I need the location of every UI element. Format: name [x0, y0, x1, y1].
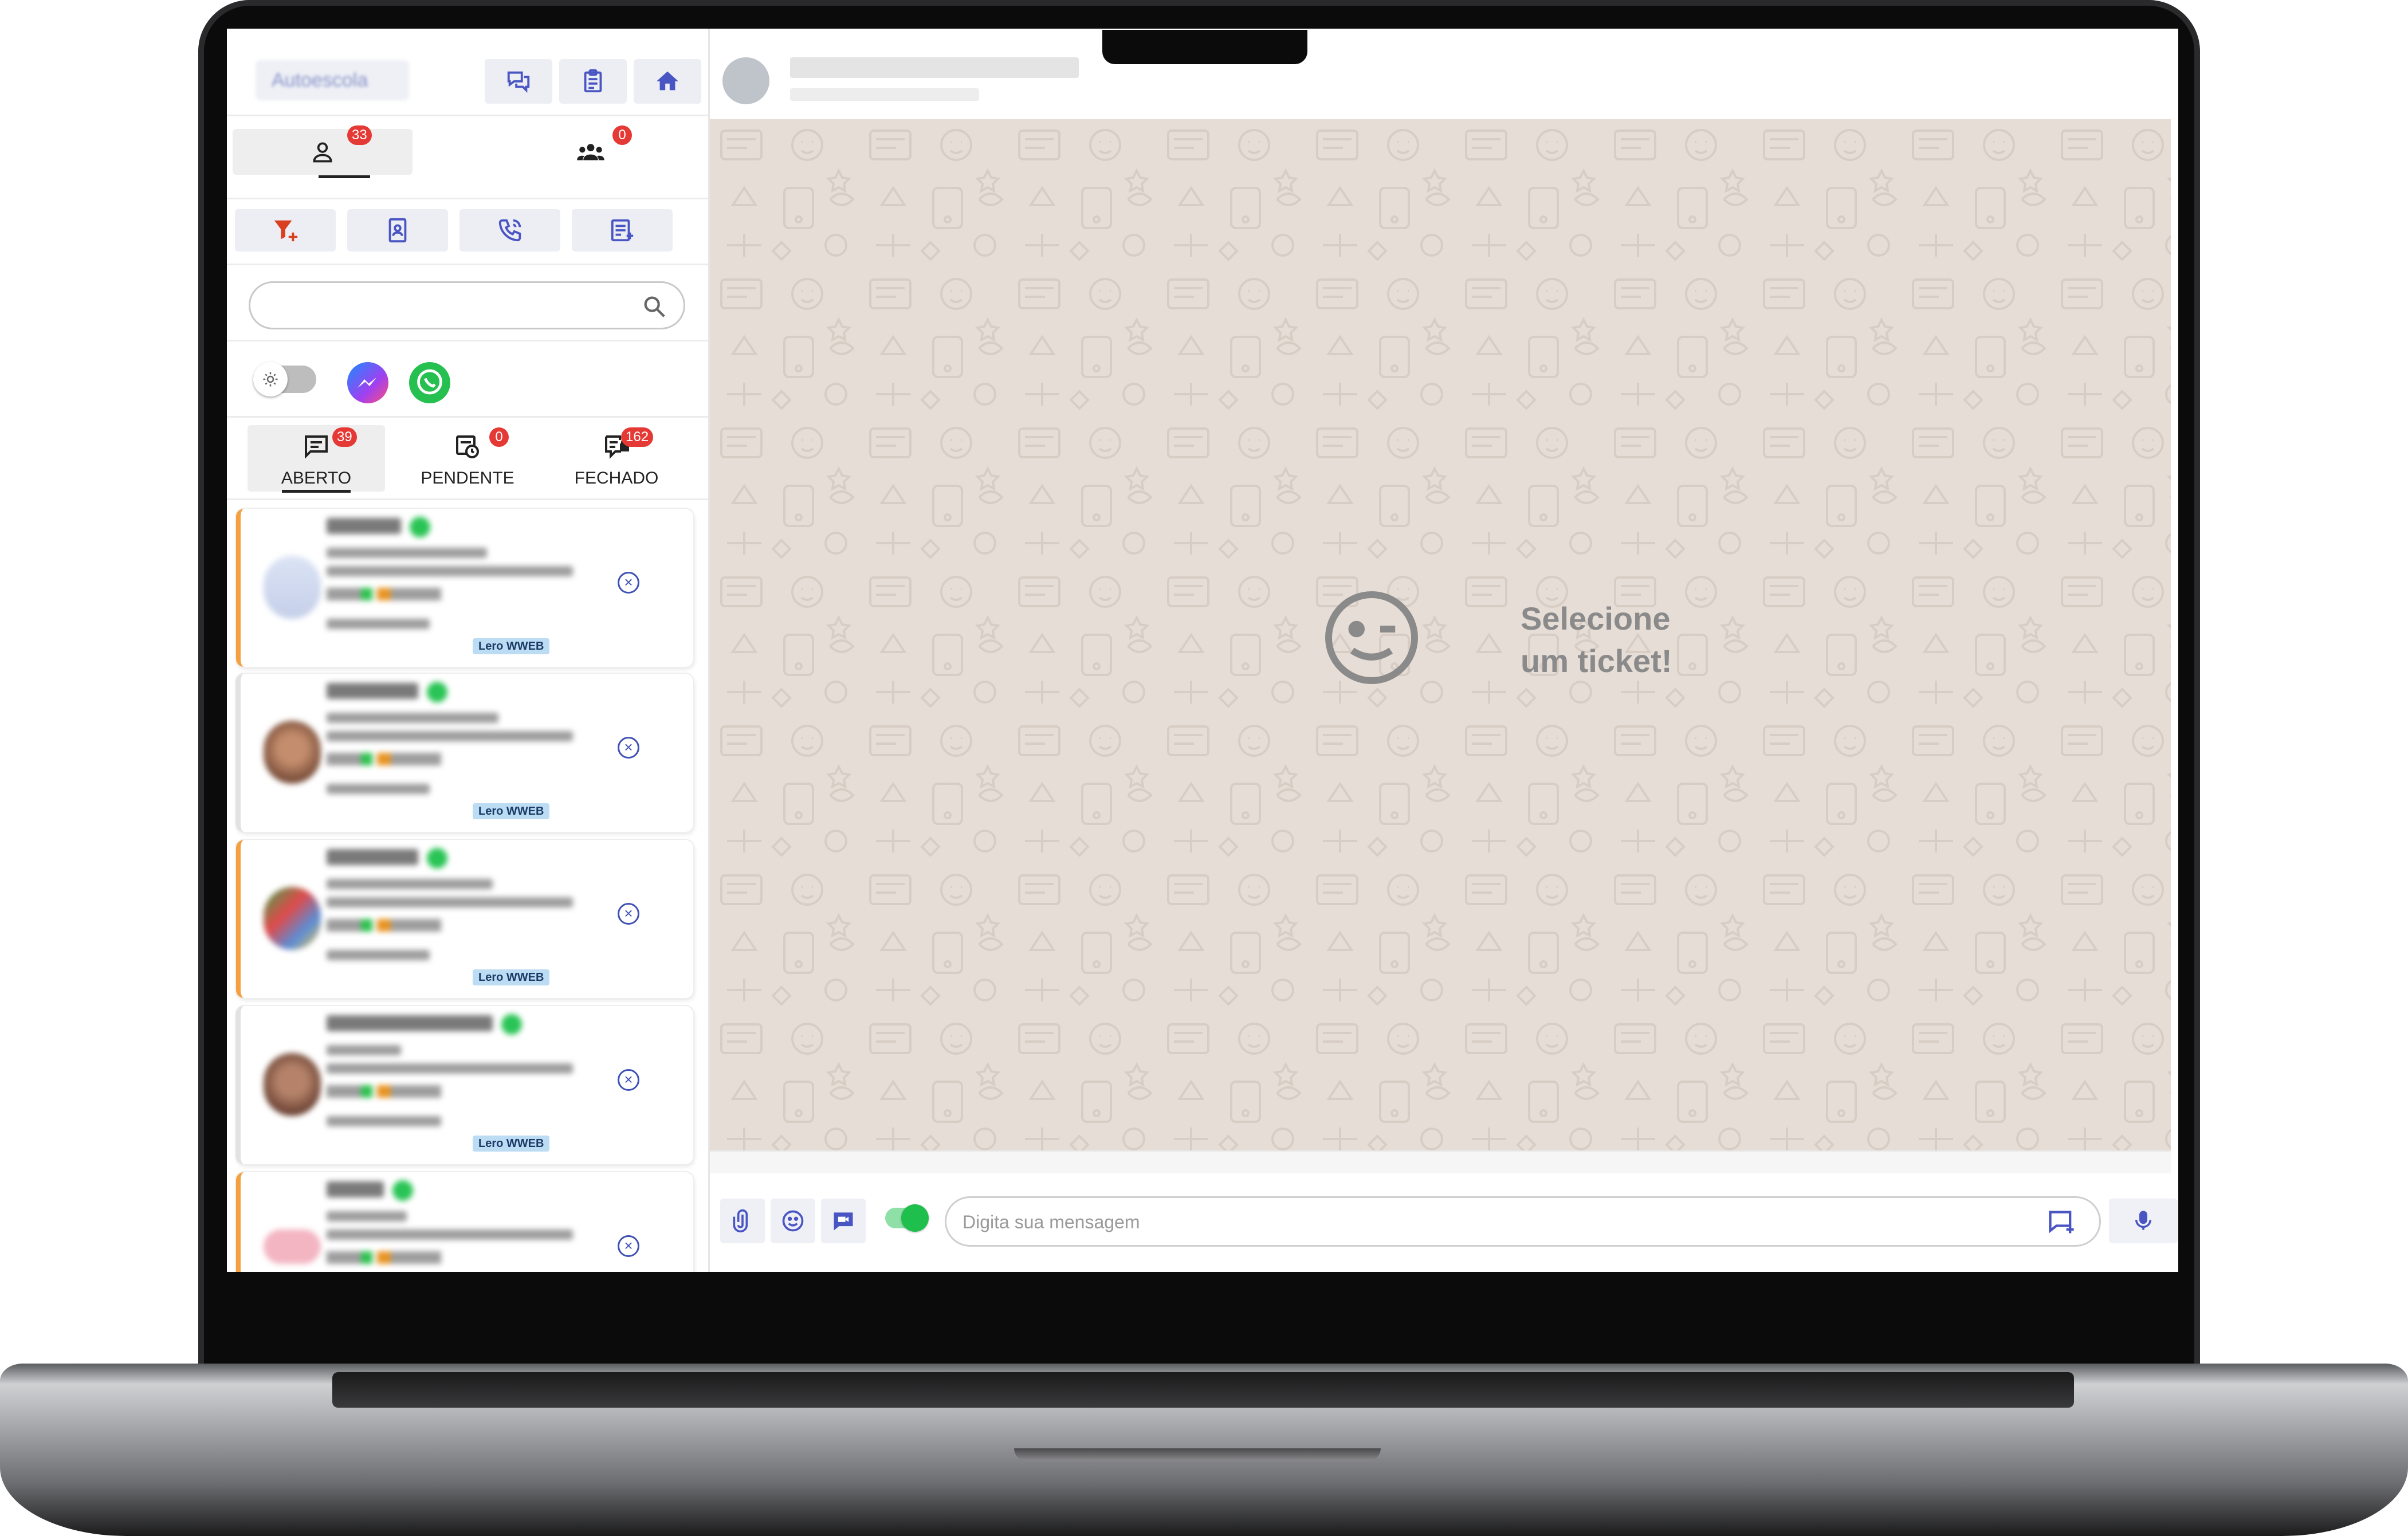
group-tickets-count: 0: [612, 125, 632, 145]
filter-add-icon: [274, 220, 298, 242]
chats-icon: [507, 71, 530, 93]
tab-fechado-label: FECHADO: [574, 469, 659, 488]
phone-call-icon: [498, 219, 521, 242]
ticket-card[interactable]: × Lero WWEB: [236, 840, 693, 998]
toggle-knob: [253, 362, 288, 396]
fechado-count: 162: [621, 427, 654, 447]
quick-reply-icon: [2049, 1211, 2074, 1233]
my-tickets-count: 33: [347, 125, 372, 145]
home-icon: [656, 71, 679, 91]
video-message-button[interactable]: [821, 1199, 866, 1243]
signature-toggle[interactable]: [885, 1204, 929, 1232]
camera-notch: [1102, 30, 1307, 64]
new-note-button[interactable]: [572, 209, 673, 252]
connection-tag: Lero WWEB: [473, 1136, 550, 1152]
tab-group-tickets[interactable]: 0: [501, 125, 681, 175]
avatar: [264, 1053, 321, 1116]
whatsapp-icon[interactable]: [409, 362, 450, 403]
ticket-list[interactable]: × Lero WWEB × Lero WWEB × Lero WWEB × Le…: [236, 498, 693, 1272]
sidebar-header: Autoescola: [227, 29, 708, 116]
filter-add-button[interactable]: [235, 209, 336, 252]
person-icon: [313, 142, 332, 163]
empty-state: Selecione um ticket!: [1320, 586, 1778, 701]
contact-book-icon: [388, 218, 407, 243]
connection-tag: Lero WWEB: [473, 969, 550, 985]
wink-face-icon: [1325, 591, 1418, 684]
new-note-icon: [611, 219, 634, 242]
contact-status-placeholder: [790, 88, 979, 101]
search-icon: [644, 296, 665, 317]
close-ticket-button[interactable]: ×: [618, 903, 639, 925]
ticket-card[interactable]: × Lero WWEB: [236, 509, 693, 667]
contact-avatar-placeholder: [722, 57, 769, 104]
app-screen: Autoescola 33 0 39 ABERTO 0 PENDENTE 162…: [227, 29, 2178, 1272]
ticket-card[interactable]: × Lero WWEB: [236, 674, 693, 832]
tasks-button[interactable]: [559, 59, 627, 104]
emoji-button[interactable]: [771, 1199, 815, 1243]
messenger-bolt-icon: [358, 378, 376, 388]
message-input[interactable]: Digita sua mensagem: [945, 1196, 2101, 1247]
tab-aberto-label: ABERTO: [281, 469, 352, 488]
aberto-count: 39: [332, 427, 357, 447]
sidebar: Autoescola 33 0 39 ABERTO 0 PENDENTE 162…: [227, 29, 710, 1272]
contacts-button[interactable]: [347, 209, 448, 252]
status-tabs: 39 ABERTO 0 PENDENTE 162 FECHADO: [227, 418, 708, 500]
active-underline: [319, 175, 370, 178]
sun-icon: [263, 372, 278, 387]
clipboard-icon: [584, 69, 602, 93]
tab-aberto[interactable]: 39 ABERTO: [248, 425, 385, 493]
ticket-card[interactable]: × Lero WWEB: [236, 1006, 693, 1164]
message-composer: Digita sua mensagem: [710, 1173, 2178, 1272]
pendente-count: 0: [489, 427, 509, 447]
whatsapp-phone-icon: [417, 369, 442, 395]
tab-pendente-label: PENDENTE: [421, 469, 514, 488]
keyboard-well: [332, 1372, 2074, 1408]
pending-clock-icon: [456, 435, 479, 458]
paperclip-icon: [733, 1209, 748, 1233]
microphone-icon: [2135, 1211, 2151, 1230]
close-ticket-button[interactable]: ×: [618, 572, 639, 594]
connection-tag: Lero WWEB: [473, 803, 550, 819]
search-bar-row: [227, 265, 708, 341]
group-icon: [577, 144, 604, 160]
empty-state-line1: Selecione: [1521, 600, 1671, 637]
search-input[interactable]: [249, 281, 685, 329]
attach-button[interactable]: [720, 1199, 765, 1243]
theme-toggle[interactable]: [253, 362, 316, 396]
chat-footer-strip: [710, 1150, 2171, 1174]
record-audio-button[interactable]: [2109, 1199, 2178, 1243]
avatar: [264, 887, 321, 950]
chat-header: [710, 29, 2178, 119]
message-placeholder: Digita sua mensagem: [963, 1212, 1140, 1232]
active-underline: [282, 490, 351, 493]
call-button[interactable]: [459, 209, 560, 252]
close-ticket-button[interactable]: ×: [618, 1069, 639, 1091]
close-ticket-button[interactable]: ×: [618, 1235, 639, 1257]
messenger-icon[interactable]: [347, 362, 388, 403]
tab-pendente[interactable]: 0 PENDENTE: [399, 425, 536, 492]
empty-state-text: Selecione um ticket!: [1521, 598, 1672, 682]
chat-bubble-icon: [305, 435, 328, 459]
action-buttons: [227, 201, 708, 265]
connection-tag: Lero WWEB: [473, 638, 550, 654]
ticket-card[interactable]: ×: [236, 1172, 693, 1272]
trackpad-lip: [1014, 1448, 1381, 1461]
chats-button[interactable]: [485, 59, 552, 104]
emoji-icon: [782, 1210, 804, 1232]
chat-background: Selecione um ticket!: [710, 119, 2171, 1150]
contact-name-placeholder: [790, 57, 1079, 78]
avatar: [264, 1229, 321, 1264]
avatar: [264, 556, 321, 619]
channel-filters: [227, 341, 708, 418]
user-tabs: 33 0: [227, 117, 708, 199]
tab-my-tickets[interactable]: 33: [233, 125, 413, 178]
video-chat-icon: [834, 1212, 853, 1231]
home-button[interactable]: [634, 59, 701, 104]
company-name: Autoescola: [256, 60, 409, 100]
empty-state-line2: um ticket!: [1521, 643, 1672, 679]
close-ticket-button[interactable]: ×: [618, 737, 639, 759]
avatar: [264, 721, 321, 784]
toggle-knob: [901, 1204, 929, 1232]
tab-fechado[interactable]: 162 FECHADO: [548, 425, 685, 492]
